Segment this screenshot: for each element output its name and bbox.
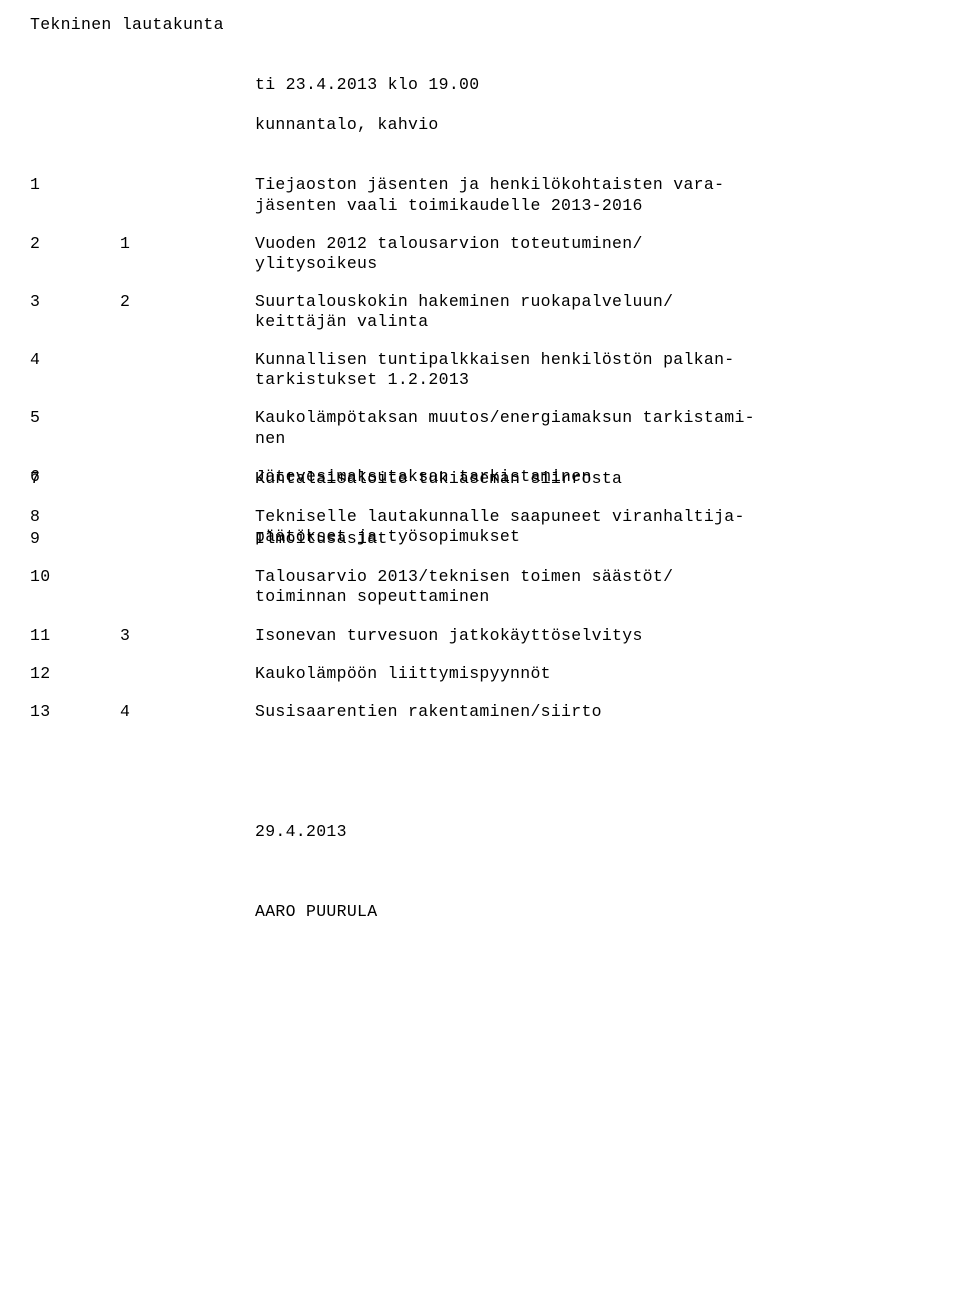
meeting-time: ti 23.4.2013 klo 19.00 (255, 75, 895, 95)
footer-signature: AARO PUURULA (255, 902, 895, 922)
agenda-row: 134Susisaarentien rakentaminen/siirto (30, 702, 895, 722)
agenda-item-number: 4 (30, 350, 120, 390)
agenda-item-subnumber: 4 (120, 702, 255, 722)
agenda-item-text: Susisaarentien rakentaminen/siirto (255, 702, 895, 722)
agenda-row: 21Vuoden 2012 talousarvion toteutuminen/… (30, 234, 895, 274)
agenda-item-subnumber (120, 408, 255, 448)
agenda-item-text: Vuoden 2012 talousarvion toteutuminen/ y… (255, 234, 895, 274)
agenda-item-text: Suurtalouskokin hakeminen ruokapalveluun… (255, 292, 895, 332)
agenda-row: 32Suurtalouskokin hakeminen ruokapalvelu… (30, 292, 895, 332)
agenda-item-text: Kunnallisen tuntipalkkaisen henkilöstön … (255, 350, 895, 390)
agenda-row: 5 Kaukolämpötaksan muutos/energiamaksun t… (30, 408, 895, 448)
agenda-item-text: Talousarvio 2013/teknisen toimen säästöt… (255, 567, 895, 607)
agenda-row: 7 Kuntalaisaloite tukiaseman siirrosta (30, 469, 895, 489)
agenda-item-number: 10 (30, 567, 120, 607)
agenda-item-subnumber: 1 (120, 234, 255, 274)
agenda-item-number: 13 (30, 702, 120, 722)
agenda-row: 9 Ilmoitusasiat (30, 529, 895, 549)
agenda-item-number: 11 (30, 626, 120, 646)
agenda-item-text: Kaukolämpötaksan muutos/energiamaksun ta… (255, 408, 895, 448)
agenda-row: 1 Tiejaoston jäsenten ja henkilökohtaiste… (30, 175, 895, 215)
agenda-item-number: 7 (30, 469, 120, 489)
agenda-row: 4 Kunnallisen tuntipalkkaisen henkilöstön… (30, 350, 895, 390)
agenda-item-subnumber: 2 (120, 292, 255, 332)
agenda-item-number: 12 (30, 664, 120, 684)
agenda-list: 1Tiejaoston jäsenten ja henkilökohtaiste… (30, 175, 895, 722)
agenda-item-text: Ilmoitusasiat (255, 529, 895, 549)
agenda-item-text: Isonevan turvesuon jatkokäyttöselvitys (255, 626, 895, 646)
agenda-row: 113Isonevan turvesuon jatkokäyttöselvity… (30, 626, 895, 646)
agenda-item-number: 1 (30, 175, 120, 215)
agenda-item-subnumber (120, 664, 255, 684)
agenda-item-number: 5 (30, 408, 120, 448)
agenda-item-number: 3 (30, 292, 120, 332)
footer-date: 29.4.2013 (255, 822, 895, 842)
agenda-item-subnumber (120, 529, 255, 549)
agenda-item-text: Tiejaoston jäsenten ja henkilökohtaisten… (255, 175, 895, 215)
agenda-item-number: 2 (30, 234, 120, 274)
agenda-item-subnumber (120, 469, 255, 489)
meeting-place: kunnantalo, kahvio (255, 115, 895, 135)
agenda-item-subnumber (120, 567, 255, 607)
agenda-item-text: Kuntalaisaloite tukiaseman siirrosta (255, 469, 895, 489)
agenda-row: 10 Talousarvio 2013/teknisen toimen sääst… (30, 567, 895, 607)
agenda-item-subnumber (120, 350, 255, 390)
agenda-item-number: 9 (30, 529, 120, 549)
agenda-row: 12 Kaukolämpöön liittymispyynnöt (30, 664, 895, 684)
agenda-item-subnumber: 3 (120, 626, 255, 646)
agenda-item-subnumber (120, 175, 255, 215)
agenda-item-text: Kaukolämpöön liittymispyynnöt (255, 664, 895, 684)
page-title: Tekninen lautakunta (30, 15, 895, 35)
